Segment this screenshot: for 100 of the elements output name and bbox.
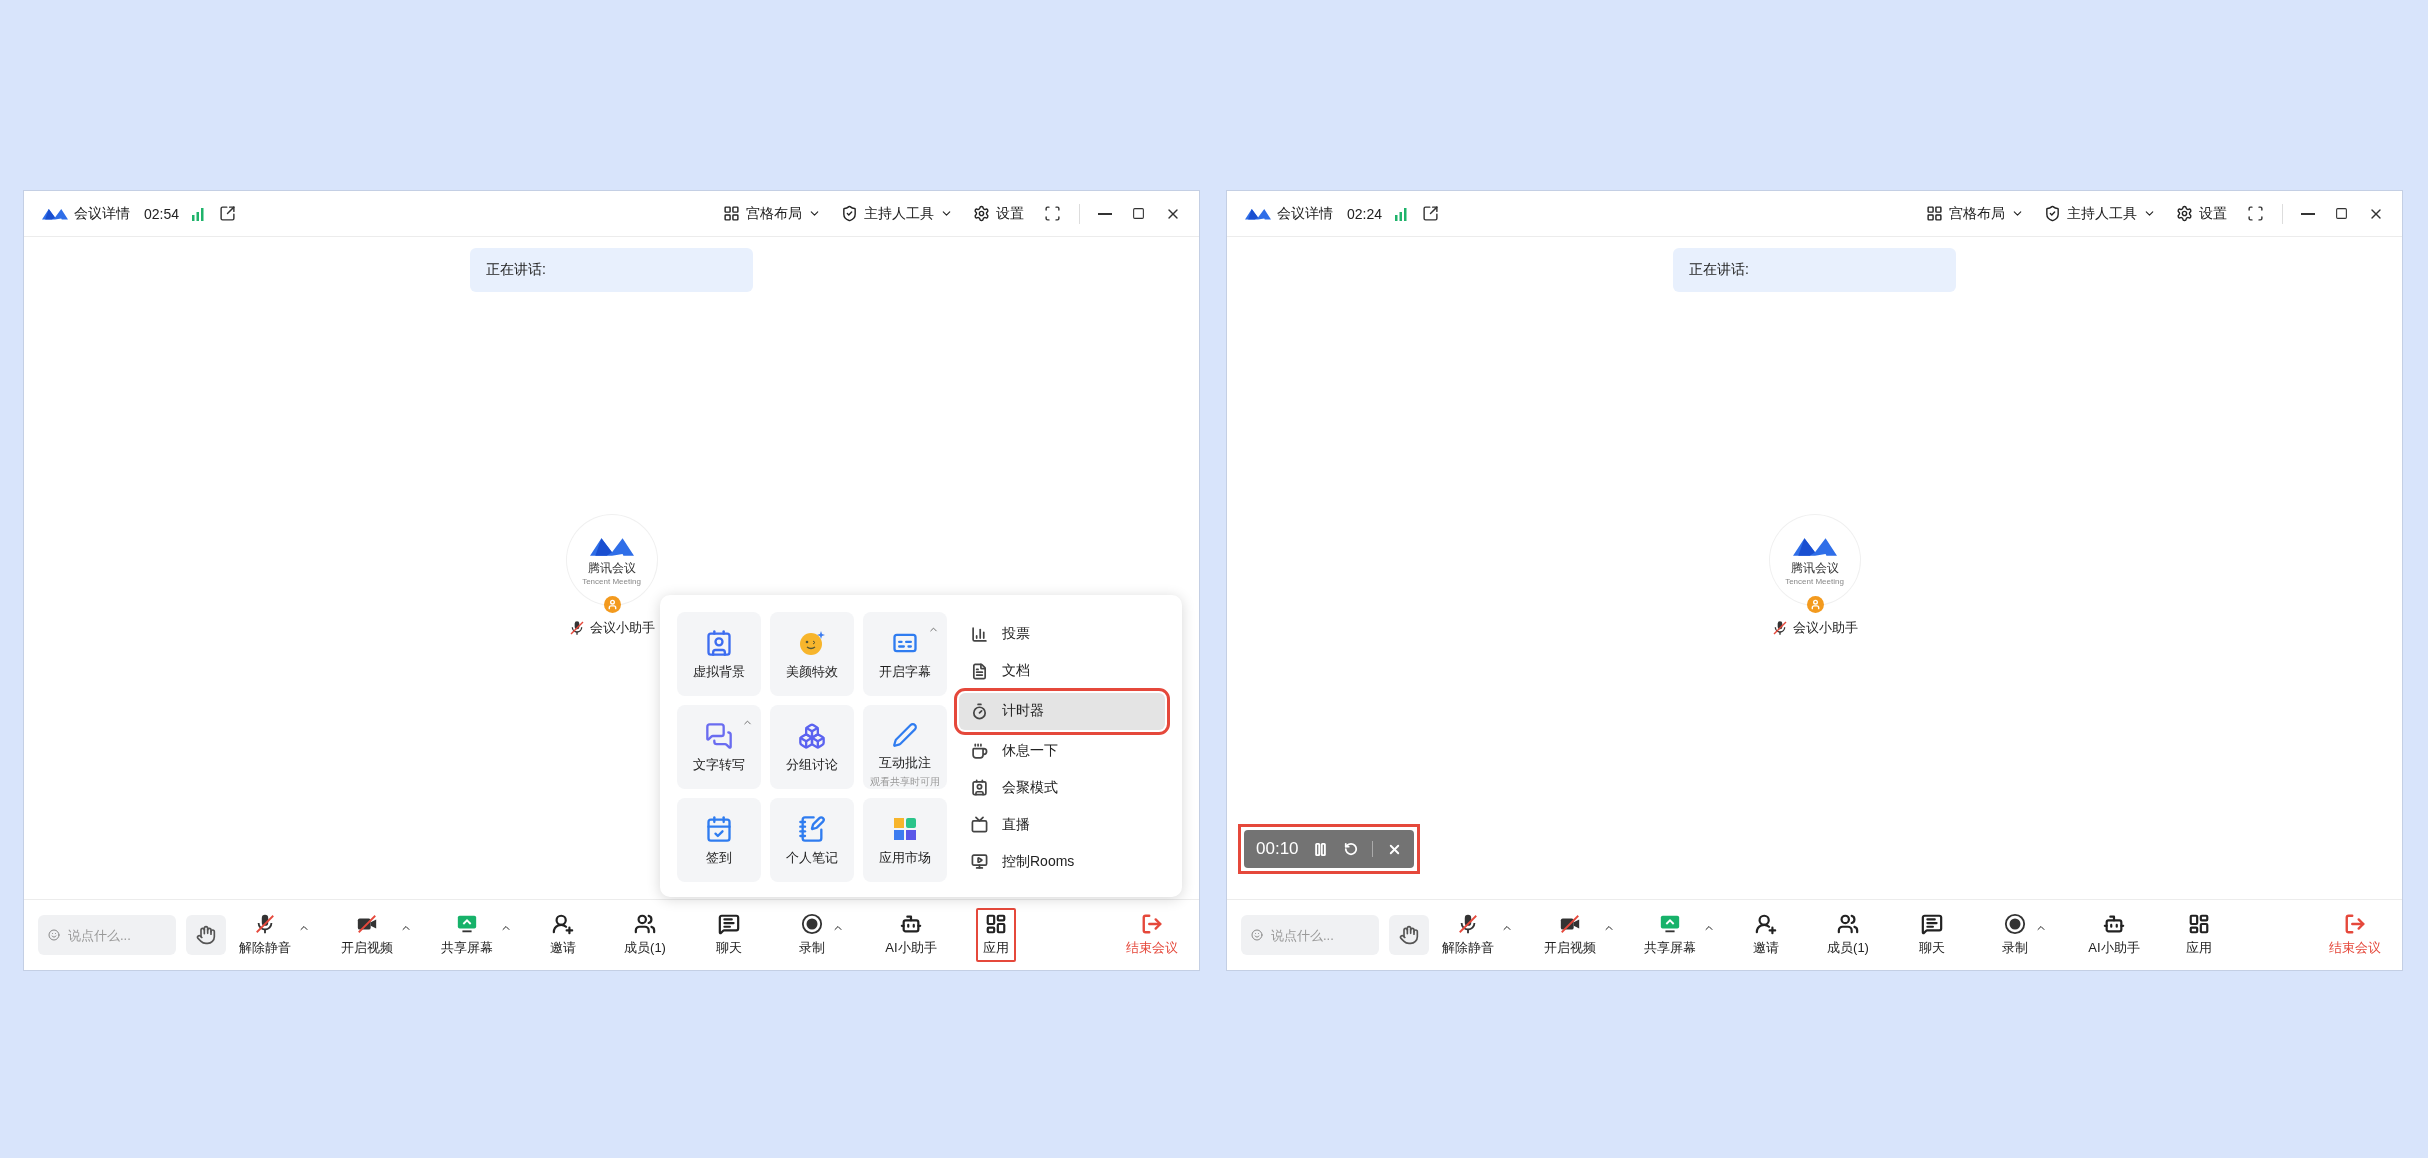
toolbar-menu-button[interactable]: 主持人工具 [2042,202,2158,225]
maximize-button[interactable] [2333,205,2350,222]
toolbar-button[interactable]: 开启视频 [334,908,400,962]
toolbar-button[interactable]: 聊天 [1912,908,1952,962]
app-grid-icon [891,815,919,843]
settings-icon [973,205,990,222]
chat-field[interactable]: 说点什么... [38,915,176,955]
bar-chart-icon [971,625,988,643]
robot-icon [2103,913,2125,935]
toolbar-button[interactable]: 邀请 [543,908,583,962]
share-screen-icon [1659,913,1681,935]
speaking-label: 正在讲话: [1689,261,1749,279]
speaking-label: 正在讲话: [486,261,546,279]
maximize-icon [2335,207,2348,220]
toolbar-menu-button[interactable]: 设置 [971,202,1026,225]
toolbar-button[interactable]: AI小助手 [2081,908,2147,962]
signal-icon [191,206,206,221]
smiley-icon [1251,926,1263,944]
toolbar-button[interactable]: 应用 [2179,908,2219,962]
muted-microphone-icon [254,913,276,935]
settings-icon [2176,205,2193,222]
app-tile[interactable]: 开启字幕 [863,612,947,696]
grid-icon [1926,205,1943,222]
end-meeting-button[interactable]: 结束会议 [2322,908,2388,962]
toolbar-button[interactable]: 成员(1) [1820,908,1876,962]
toolbar-button[interactable]: 解除静音 [232,908,298,962]
video-off-icon [356,913,378,935]
exit-icon [1141,913,1163,935]
toolbar-button[interactable]: 解除静音 [1435,908,1501,962]
chat-input-field[interactable]: 说点什么... [1269,926,1369,944]
toolbar-button[interactable]: 录制 [792,908,832,962]
app-menu-item[interactable]: 会聚模式 [959,769,1165,807]
logo-text: 腾讯会议 [1790,559,1839,577]
toolbar-button[interactable]: 应用 [976,908,1016,962]
timer-time: 00:10 [1256,839,1299,859]
users-icon [634,913,656,935]
toolbar-menu-button[interactable]: 主持人工具 [839,202,955,225]
hand-icon [1399,925,1419,945]
smiley-icon [48,926,60,944]
toolbar-button[interactable]: 录制 [1995,908,2035,962]
reset-icon [1343,842,1358,856]
app-tile[interactable]: 分组讨论 [770,705,854,789]
toolbar-menu-button[interactable]: 设置 [2174,202,2229,225]
external-link-icon [1422,205,1440,222]
chat-field[interactable]: 说点什么... [1241,915,1379,955]
app-tile[interactable]: 签到 [677,798,761,882]
app-tile[interactable]: 应用市场 [863,798,947,882]
pen-icon [892,722,918,748]
app-menu-item[interactable]: 控制Rooms [959,843,1165,880]
toolbar-button[interactable]: 共享屏幕 [1637,908,1703,962]
meeting-duration: 02:54 [144,205,180,222]
app-tile[interactable]: 虚拟背景 [677,612,761,696]
grid-icon [723,205,740,222]
toolbar-button[interactable]: AI小助手 [878,908,944,962]
logo-subtext: Tencent Meeting [582,576,641,586]
external-link-icon [219,205,237,222]
robot-icon [900,913,922,935]
maximize-button[interactable] [1130,205,1147,222]
apps-icon [2188,913,2210,935]
notebook-icon [798,815,826,843]
fullscreen-button[interactable] [1042,203,1063,224]
logo-text: 腾讯会议 [587,559,636,577]
app-menu-item[interactable]: 直播 [959,806,1165,844]
app-tile[interactable]: 个人笔记 [770,798,854,882]
toolbar-button[interactable]: 成员(1) [617,908,673,962]
chat-input-field[interactable]: 说点什么... [66,926,166,944]
cubes-icon [798,722,826,750]
fullscreen-button[interactable] [2245,203,2266,224]
participant-name: 会议小助手 [589,618,655,637]
maximize-icon [1132,207,1145,220]
fullscreen-icon [1044,205,1061,222]
toolbar-menu-button[interactable]: 宫格布局 [1924,202,2026,225]
raise-hand-button[interactable] [1389,915,1429,955]
toolbar-menu-button[interactable]: 宫格布局 [721,202,823,225]
participant-name: 会议小助手 [1792,618,1858,637]
record-icon [801,913,823,935]
app-tile[interactable]: 美颜特效 [770,612,854,696]
exit-icon [2344,913,2366,935]
app-menu-item[interactable]: 休息一下 [959,732,1165,770]
app-menu-item[interactable]: 文档 [959,652,1165,690]
app-tile[interactable]: 互动批注 观看共享时可用 [863,705,947,789]
signal-icon [1394,206,1409,221]
toolbar-button[interactable]: 聊天 [709,908,749,962]
users-icon [1837,913,1859,935]
coffee-cup-icon [971,742,988,760]
app-menu-item[interactable]: 投票 [959,616,1165,653]
record-icon [2004,913,2026,935]
logo-subtext: Tencent Meeting [1785,576,1844,586]
app-tile[interactable]: 文字转写 [677,705,761,789]
raise-hand-button[interactable] [186,915,226,955]
meeting-details-button[interactable]: 会议详情 [1243,202,1335,225]
add-user-icon [552,913,574,935]
shield-check-icon [2044,205,2061,222]
end-meeting-button[interactable]: 结束会议 [1119,908,1185,962]
toolbar-button[interactable]: 共享屏幕 [434,908,500,962]
fullscreen-icon [2247,205,2264,222]
meeting-details-button[interactable]: 会议详情 [40,202,132,225]
toolbar-button[interactable]: 邀请 [1746,908,1786,962]
tv-icon [971,816,988,834]
toolbar-button[interactable]: 开启视频 [1537,908,1603,962]
